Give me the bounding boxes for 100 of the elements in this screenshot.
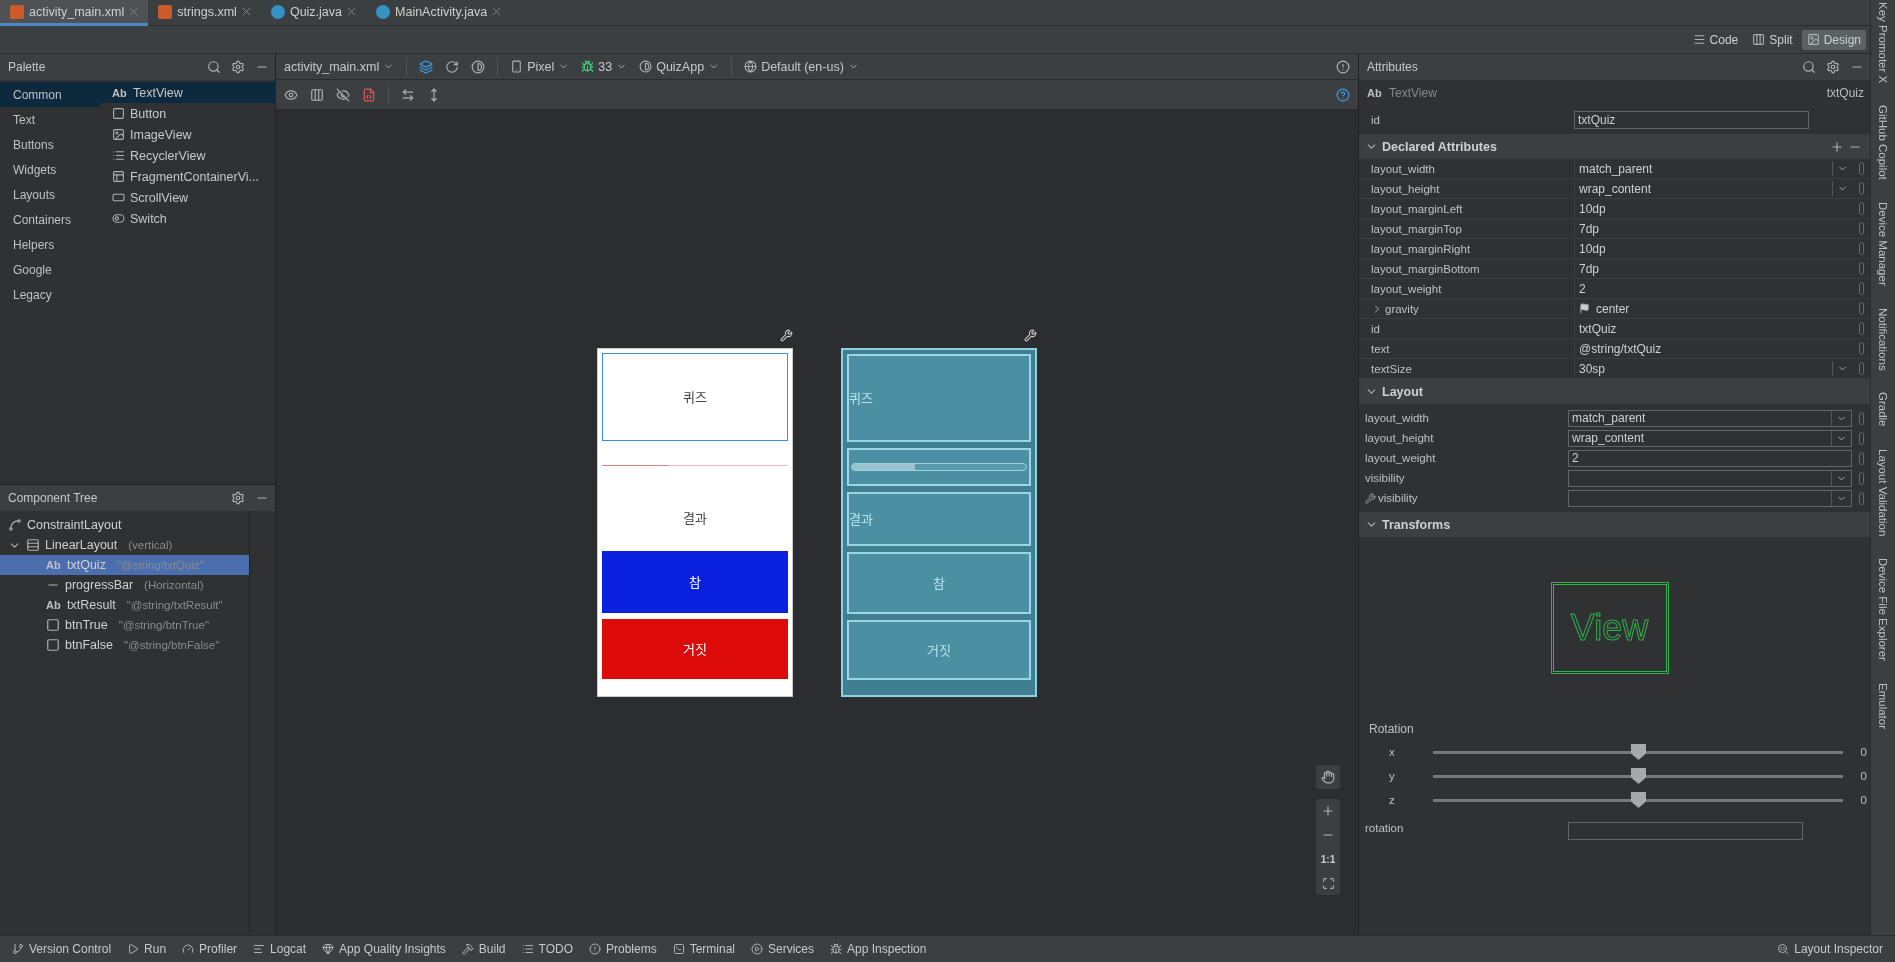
attribute-row-value[interactable]: 7dp (1574, 260, 1852, 277)
palette-item[interactable]: Switch (100, 208, 275, 229)
tree-item[interactable]: progressBar (Horizontal) (0, 575, 249, 595)
close-icon[interactable] (492, 7, 502, 16)
horizontal-arrows-icon[interactable] (401, 87, 415, 102)
palette-category[interactable]: Widgets (0, 157, 100, 182)
tool-window-button[interactable]: Build (478, 942, 506, 956)
palette-item[interactable]: ImageView (100, 124, 275, 145)
close-icon[interactable] (347, 7, 356, 16)
tool-window-button[interactable]: Services (768, 942, 815, 956)
terminal-icon[interactable] (672, 943, 685, 955)
tool-window-button[interactable]: Profiler (199, 942, 238, 956)
gauge-icon[interactable] (182, 943, 195, 955)
slider-thumb[interactable] (1631, 744, 1646, 760)
resource-picker[interactable] (1858, 262, 1864, 275)
tree-item[interactable]: btnFalse "@string/btnFalse" (0, 635, 249, 655)
alert-icon[interactable] (589, 943, 601, 955)
hand-icon[interactable] (1321, 770, 1335, 784)
locale-dropdown[interactable]: Default (en-us) (744, 59, 859, 74)
resource-picker[interactable] (1858, 302, 1864, 315)
palette-category[interactable]: Buttons (0, 132, 100, 157)
resource-picker[interactable] (1858, 282, 1864, 295)
settings-icon[interactable] (231, 491, 245, 505)
settings-icon[interactable] (1826, 60, 1840, 74)
search-icon[interactable] (207, 60, 221, 74)
tool-window-tab[interactable]: Device Manager (1877, 201, 1889, 286)
search-icon[interactable] (1802, 60, 1816, 74)
layers-icon[interactable] (419, 59, 434, 74)
night-mode-icon[interactable] (471, 59, 486, 74)
hammer-icon[interactable] (461, 943, 474, 955)
view-mode-button[interactable]: Design (1801, 29, 1866, 50)
palette-category[interactable]: Helpers (0, 232, 100, 257)
api-dropdown[interactable]: 33 (581, 59, 628, 74)
attribute-row-value[interactable]: wrap_content (1574, 180, 1852, 197)
tool-window-button[interactable]: Layout Inspector (1794, 942, 1883, 956)
settings-icon[interactable] (231, 60, 245, 74)
editor-tab[interactable]: Quiz.java (260, 0, 366, 26)
attribute-row-value[interactable]: 10dp (1574, 240, 1852, 257)
tool-window-button[interactable]: Terminal (689, 942, 736, 956)
help-icon[interactable] (1336, 87, 1350, 102)
resource-picker[interactable] (1858, 162, 1864, 175)
resource-picker[interactable] (1858, 322, 1864, 335)
tool-window-button[interactable]: App Inspection (847, 942, 927, 956)
attribute-row-value[interactable]: txtQuiz (1574, 320, 1852, 337)
columns-icon[interactable] (310, 87, 324, 102)
tool-window-button[interactable]: Problems (606, 942, 657, 956)
close-icon[interactable] (129, 7, 139, 16)
tool-window-tab[interactable]: Layout Validation (1877, 448, 1889, 537)
view-mode-button[interactable]: Code (1687, 29, 1744, 50)
zoom-in-icon[interactable] (1321, 804, 1335, 818)
attribute-field[interactable] (1568, 489, 1852, 507)
gem-icon[interactable] (322, 943, 335, 955)
resource-picker[interactable] (1858, 222, 1864, 235)
device-dropdown[interactable]: Pixel (510, 59, 570, 74)
rotate-icon[interactable] (445, 59, 460, 74)
lines-icon[interactable] (253, 943, 266, 955)
theme-dropdown[interactable]: QuizApp (639, 59, 720, 74)
tree-item[interactable]: ConstraintLayout (0, 515, 249, 535)
editor-tab[interactable]: strings.xml (148, 0, 261, 26)
magnifier-icon[interactable] (1777, 943, 1790, 955)
attribute-field[interactable] (1568, 469, 1852, 487)
file-dropdown[interactable]: activity_main.xml (284, 59, 395, 74)
tree-item[interactable]: Ab txtResult "@string/txtResult" (0, 595, 249, 615)
tool-window-button[interactable]: Run (144, 942, 167, 956)
palette-item[interactable]: FragmentContainerVi... (100, 166, 275, 187)
bug-icon[interactable] (830, 943, 843, 955)
attribute-row-value[interactable]: @string/txtQuiz (1574, 340, 1852, 357)
tool-window-tab[interactable]: Key Promoter X (1877, 2, 1889, 84)
palette-item[interactable]: Ab TextView (100, 82, 275, 103)
slider-thumb[interactable] (1631, 768, 1646, 784)
rotation-field[interactable] (1568, 822, 1803, 840)
tool-window-button[interactable]: TODO (538, 942, 573, 956)
view-mode-button[interactable]: Split (1747, 29, 1798, 50)
resource-picker[interactable] (1858, 182, 1864, 195)
branch-icon[interactable] (12, 943, 24, 955)
play-circle-icon[interactable] (751, 943, 764, 955)
palette-category[interactable]: Legacy (0, 282, 100, 307)
tool-window-tab[interactable]: Notifications (1877, 307, 1889, 371)
palette-category[interactable]: Google (0, 257, 100, 282)
attribute-field[interactable]: wrap_content (1568, 429, 1852, 447)
palette-item[interactable]: ScrollView (100, 187, 275, 208)
editor-tab[interactable]: activity_main.xml (0, 0, 149, 26)
palette-category[interactable]: Layouts (0, 182, 100, 207)
attribute-field[interactable]: 2 (1568, 449, 1852, 467)
tool-window-button[interactable]: App Quality Insights (339, 942, 446, 956)
attribute-row-value[interactable]: 30sp (1574, 360, 1852, 377)
tree-item[interactable]: btnTrue "@string/btnTrue" (0, 615, 249, 635)
list-icon[interactable] (521, 943, 534, 955)
play-icon[interactable] (127, 943, 140, 955)
tool-window-tab[interactable]: Device File Explorer (1877, 558, 1889, 662)
attribute-field[interactable]: match_parent (1568, 409, 1852, 427)
attribute-row-value[interactable]: match_parent (1574, 160, 1852, 177)
tool-window-tab[interactable]: Gradle (1877, 392, 1889, 427)
palette-item[interactable]: RecyclerView (100, 145, 275, 166)
tool-window-tab[interactable]: Emulator (1877, 683, 1889, 730)
id-field[interactable]: txtQuiz (1574, 111, 1809, 129)
tool-window-button[interactable]: Logcat (270, 942, 307, 956)
fit-screen-icon[interactable] (1321, 876, 1335, 890)
attribute-row-value[interactable]: 7dp (1574, 220, 1852, 237)
attribute-row-value[interactable]: center (1574, 300, 1852, 317)
